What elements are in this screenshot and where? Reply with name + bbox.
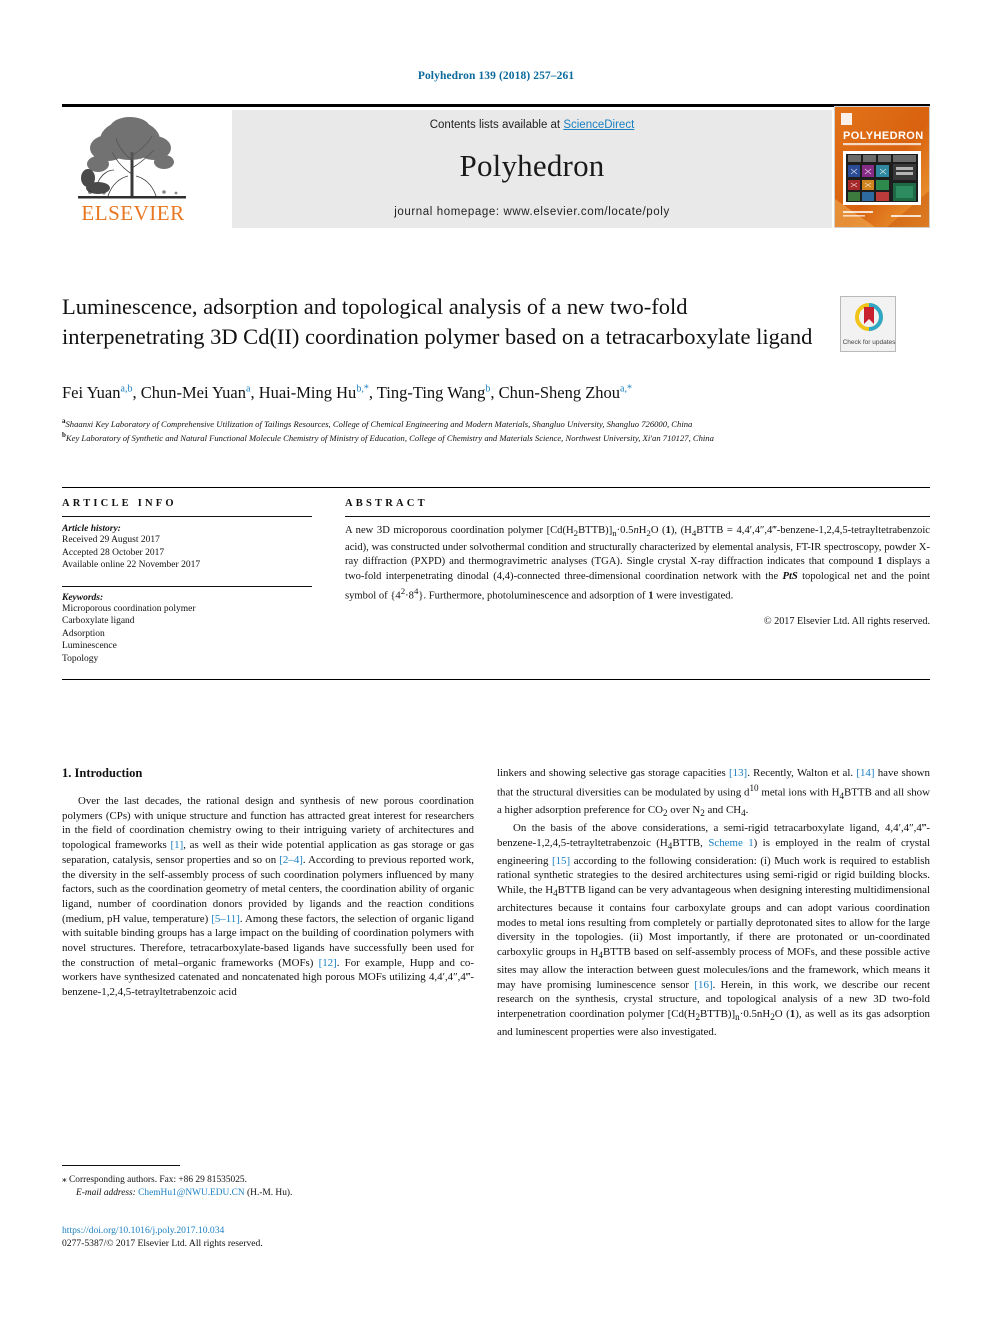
- body-column-left: 1. Introduction Over the last decades, t…: [62, 766, 474, 1000]
- keywords-label: Keywords:: [62, 592, 104, 603]
- keyword-item: Microporous coordination polymer: [62, 603, 196, 614]
- article-history-item: Accepted 28 October 2017: [62, 547, 165, 558]
- crossmark-label: Check for updates: [842, 339, 896, 346]
- section-heading-introduction: 1. Introduction: [62, 766, 143, 780]
- elsevier-wordmark: ELSEVIER: [81, 201, 185, 225]
- email-note: E-mail address: ChemHu1@NWU.EDU.CN (H.-M…: [62, 1187, 482, 1200]
- paper-page: Polyhedron 139 (2018) 257–261 ELSEVIER C…: [0, 0, 992, 1323]
- abstract-rights: © 2017 Elsevier Ltd. All rights reserved…: [763, 615, 930, 627]
- running-head: Polyhedron 139 (2018) 257–261: [417, 70, 575, 82]
- contents-band: Contents lists available at ScienceDirec…: [232, 110, 832, 228]
- affiliation-b: bKey Laboratory of Synthetic and Natural…: [62, 431, 714, 444]
- article-history-item: Received 29 August 2017: [62, 535, 160, 545]
- article-history-list: Received 29 August 2017 Accepted 28 Octob…: [62, 534, 312, 572]
- journal-homepage[interactable]: journal homepage: www.elsevier.com/locat…: [232, 206, 832, 218]
- footnote-block: ⁎ Corresponding authors. Fax: +86 29 815…: [62, 1174, 482, 1200]
- intro-paragraph-1-continued: linkers and showing selective gas storag…: [497, 767, 930, 819]
- elsevier-logo: ELSEVIER: [62, 110, 204, 228]
- footnote-rule: [62, 1165, 180, 1166]
- article-info-column: ARTICLE INFO Article history: Received 2…: [62, 498, 312, 665]
- masthead-top-rule: [62, 104, 930, 107]
- article-info-heading: ARTICLE INFO: [62, 498, 177, 509]
- journal-cover-image: POLYHEDRON: [834, 106, 930, 228]
- doi-block: https://doi.org/10.1016/j.poly.2017.10.0…: [62, 1224, 492, 1250]
- abstract-column: ABSTRACT A new 3D microporous coordinati…: [345, 498, 930, 627]
- article-info-rule: [62, 516, 312, 517]
- affiliation-a: aShaanxi Key Laboratory of Comprehensive…: [62, 417, 693, 429]
- intro-paragraph-2: On the basis of the above considerations…: [497, 822, 931, 1038]
- crossmark-icon: [855, 303, 883, 331]
- article-history-label: Article history:: [62, 524, 121, 534]
- journal-masthead: ELSEVIER Contents lists available at Sci…: [62, 104, 930, 230]
- journal-title: Polyhedron: [459, 148, 605, 183]
- elsevier-tree-icon: [78, 117, 186, 199]
- keyword-item: Luminescence: [62, 641, 117, 651]
- doi-link[interactable]: https://doi.org/10.1016/j.poly.2017.10.0…: [62, 1225, 224, 1236]
- sciencedirect-link[interactable]: ScienceDirect: [563, 119, 634, 131]
- intro-paragraph-1: Over the last decades, the rational desi…: [62, 795, 474, 999]
- contents-available-line: Contents lists available at ScienceDirec…: [232, 119, 832, 131]
- author-list: Fei Yuana,b, Chun-Mei Yuana, Huai-Ming H…: [62, 383, 632, 402]
- crossmark-badge[interactable]: Check for updates: [840, 296, 896, 352]
- email-suffix: (H.-M. Hu).: [247, 1188, 293, 1198]
- body-column-right: linkers and showing selective gas storag…: [497, 766, 930, 1040]
- keyword-item: Carboxylate ligand: [62, 616, 135, 626]
- corresponding-author-note: ⁎ Corresponding authors. Fax: +86 29 815…: [62, 1174, 482, 1187]
- abstract-heading: ABSTRACT: [345, 498, 428, 509]
- abstract-rule: [345, 516, 930, 517]
- abstract-text: A new 3D microporous coordination polyme…: [345, 525, 930, 603]
- keywords-rule: [62, 585, 312, 587]
- affiliation-list: aShaanxi Key Laboratory of Comprehensive…: [62, 416, 932, 445]
- keyword-item: Adsorption: [62, 628, 105, 639]
- corresponding-text: Corresponding authors. Fax: +86 29 81535…: [69, 1175, 247, 1185]
- keywords-list: Microporous coordination polymer Carboxyl…: [62, 603, 312, 666]
- article-history-item: Available online 22 November 2017: [62, 560, 201, 570]
- email-link[interactable]: ChemHu1@NWU.EDU.CN: [138, 1188, 245, 1198]
- journal-cover-art: POLYHEDRON: [835, 107, 929, 227]
- issn-copyright-line: 0277-5387/© 2017 Elsevier Ltd. All right…: [62, 1238, 263, 1249]
- email-label: E-mail address:: [76, 1188, 136, 1198]
- band-top-rule: [62, 487, 930, 488]
- band-bottom-rule: [62, 679, 930, 680]
- contents-prefix: Contents lists available at: [429, 119, 564, 131]
- page-title: Luminescence, adsorption and topological…: [62, 294, 813, 349]
- svg-text:POLYHEDRON: POLYHEDRON: [843, 130, 924, 142]
- keyword-item: Topology: [62, 653, 99, 664]
- corresponding-marker: ⁎: [62, 1175, 67, 1185]
